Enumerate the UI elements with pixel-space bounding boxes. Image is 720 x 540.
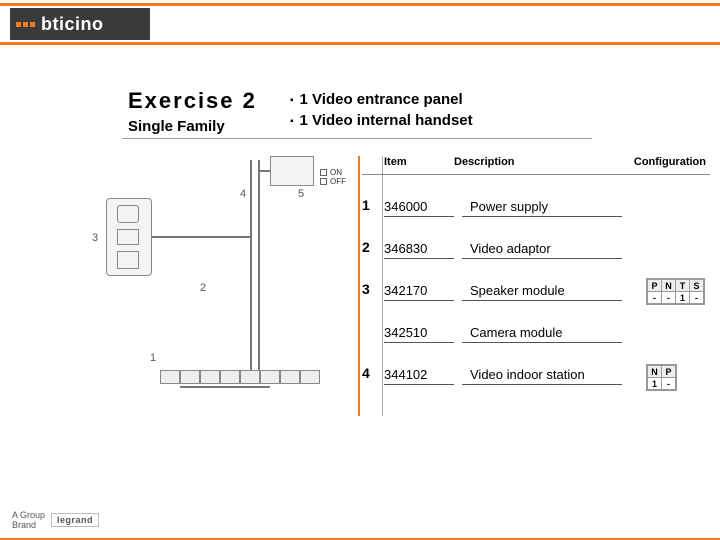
cfg-val: 1 xyxy=(676,292,690,304)
row-desc: Video indoor station xyxy=(462,367,622,385)
header-rule-top xyxy=(0,3,720,6)
footer-group-label: A Group Brand xyxy=(12,510,45,530)
col-configuration: Configuration xyxy=(614,156,710,168)
diagram-label-2: 2 xyxy=(200,282,206,294)
col-description: Description xyxy=(454,156,614,168)
table-accent-rule xyxy=(358,156,360,416)
wire-icon xyxy=(250,160,252,371)
bullet-list: 1 Video entrance panel 1 Video internal … xyxy=(290,90,473,132)
row-item: 346830 xyxy=(384,241,454,259)
logo-dot-icon xyxy=(16,22,21,27)
speaker-grille-icon xyxy=(117,229,139,245)
cfg-val: - xyxy=(662,378,676,390)
table-header-row: Item Description Configuration xyxy=(362,152,710,175)
bus-rail-icon xyxy=(160,370,320,384)
cfg-head: S xyxy=(690,280,704,292)
switch-on-icon xyxy=(320,169,327,176)
cfg-val: - xyxy=(662,292,676,304)
cfg-head: P xyxy=(662,366,676,378)
logo-dot-icon xyxy=(23,22,28,27)
wire-icon xyxy=(152,236,250,238)
row-index: 4 xyxy=(362,365,384,385)
page-subtitle: Single Family xyxy=(128,118,257,135)
table-row: 1 346000 Power supply xyxy=(362,175,710,217)
legrand-logo: legrand xyxy=(51,513,99,527)
table-row: 2 346830 Video adaptor xyxy=(362,217,710,259)
row-desc: Power supply xyxy=(462,199,622,217)
cfg-head: P xyxy=(648,280,662,292)
diagram-label-1: 1 xyxy=(150,352,156,364)
keypad-icon xyxy=(117,251,139,269)
config-grid-pnts: P N T S - - 1 - xyxy=(646,278,705,305)
diagram-label-5: 5 xyxy=(298,188,304,200)
row-index: 3 xyxy=(362,281,384,301)
bullet-item: 1 Video entrance panel xyxy=(290,90,473,111)
cfg-val: - xyxy=(690,292,704,304)
cfg-head: T xyxy=(676,280,690,292)
header: bticino xyxy=(0,0,720,58)
header-rule-bottom xyxy=(0,42,720,45)
logo-dot-icon xyxy=(30,22,35,27)
row-item: 342510 xyxy=(384,325,454,343)
cfg-val: 1 xyxy=(648,378,662,390)
legend-off: OFF xyxy=(330,177,346,186)
page-title: Exercise 2 xyxy=(128,88,257,114)
bullet-item: 1 Video internal handset xyxy=(290,111,473,132)
cfg-val: - xyxy=(648,292,662,304)
footer: A Group Brand legrand xyxy=(12,510,99,530)
footer-group-text: A Group xyxy=(12,510,45,520)
section-divider xyxy=(122,138,592,139)
footer-brand-text: Brand xyxy=(12,520,45,530)
cfg-head: N xyxy=(662,280,676,292)
col-item: Item xyxy=(384,156,454,168)
wire-icon xyxy=(260,170,270,172)
wire-icon xyxy=(180,386,270,388)
camera-lens-icon xyxy=(117,205,139,223)
legend-on: ON xyxy=(330,168,342,177)
row-desc: Camera module xyxy=(462,325,622,343)
brand-logo-text: bticino xyxy=(41,14,104,35)
row-item: 346000 xyxy=(384,199,454,217)
video-handset-icon xyxy=(270,156,314,186)
brand-logo: bticino xyxy=(10,8,150,40)
cfg-head: N xyxy=(648,366,662,378)
row-item: 342170 xyxy=(384,283,454,301)
wiring-diagram: 3 2 4 5 ON OFF 1 xyxy=(100,152,360,412)
slide: bticino Exercise 2 Single Family 1 Video… xyxy=(0,0,720,540)
row-index: 1 xyxy=(362,197,384,217)
switch-off-icon xyxy=(320,178,327,185)
title-block: Exercise 2 Single Family xyxy=(128,88,257,135)
row-item: 344102 xyxy=(384,367,454,385)
diagram-label-3: 3 xyxy=(92,232,98,244)
table-row: 342510 Camera module xyxy=(362,301,710,343)
diagram-label-4: 4 xyxy=(240,188,246,200)
parts-table: Item Description Configuration 1 346000 … xyxy=(362,152,710,385)
onoff-legend: ON OFF xyxy=(320,168,350,186)
config-grid-np: N P 1 - xyxy=(646,364,677,391)
row-desc: Speaker module xyxy=(462,283,622,301)
entrance-panel-icon xyxy=(106,198,152,276)
row-desc: Video adaptor xyxy=(462,241,622,259)
wire-icon xyxy=(258,160,260,371)
row-index: 2 xyxy=(362,239,384,259)
